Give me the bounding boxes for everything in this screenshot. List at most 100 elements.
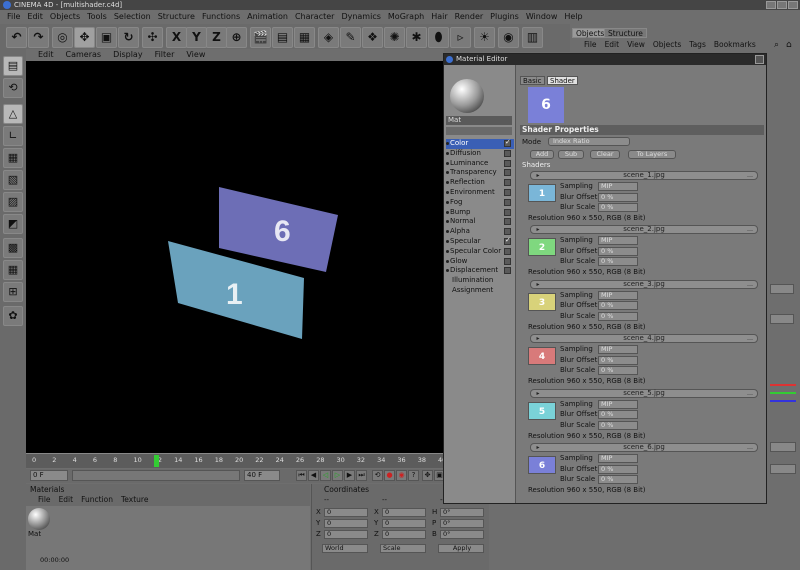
shader-file-options-icon[interactable]: … [745,335,755,342]
objects-menu-objects[interactable]: Objects [653,40,681,49]
scale-tool-button[interactable]: ▣ [96,27,117,48]
shader-blur-offset-field[interactable]: 0 % [598,192,638,202]
camera-button[interactable]: ▹ [450,27,471,48]
shader-sampling-field[interactable]: MIP [598,454,638,463]
scene-object-button[interactable]: ⬮ [428,27,449,48]
shader-expand-icon[interactable]: ▸ [533,172,543,179]
attribute-field[interactable] [770,314,794,324]
attribute-field[interactable] [770,442,796,452]
y-axis-button[interactable]: Y [186,27,207,48]
checker-button[interactable]: ▩ [3,238,23,258]
shader-to-layers-button[interactable]: To Layers [628,150,676,159]
end-frame-field[interactable]: 40 F [244,470,280,481]
shader-blur-scale-field[interactable]: 0 % [598,420,638,430]
shader-blur-scale-field[interactable]: 0 % [598,475,638,484]
maximize-button[interactable] [777,1,787,9]
shader-file-bar[interactable]: ▸ scene_3.jpg… [530,279,758,289]
coord-value-field[interactable]: 0 [382,508,426,517]
use-polygons-tool-button[interactable]: ▦ [3,148,23,168]
attribute-field[interactable] [770,284,794,294]
undo-button[interactable]: ↶ [6,27,27,48]
channel-assignment[interactable]: Assignment [446,286,514,296]
channel-illumination[interactable]: Illumination [446,276,514,286]
record-button[interactable]: ● [384,470,395,481]
move-tool-button[interactable]: ✥ [74,27,95,48]
channel-transparency[interactable]: Transparency [446,168,514,178]
tab-basic[interactable]: Basic [520,76,545,85]
menu-item-animation[interactable]: Animation [247,12,288,21]
autokey-button[interactable]: ◉ [396,470,407,481]
coord-value-field[interactable]: 0° [440,508,484,517]
shader-blur-offset-field[interactable]: 0 % [598,464,638,474]
channel-normal[interactable]: Normal [446,217,514,227]
shader-sampling-field[interactable]: MIP [598,236,638,246]
shader-file-bar[interactable]: ▸ scene_1.jpg… [530,171,758,180]
shader-clear-button[interactable]: Clear [590,150,620,159]
objects-tab[interactable]: Objects [572,28,609,38]
viewport-menu-cameras[interactable]: Cameras [66,50,102,59]
timeline-playhead[interactable] [153,455,159,467]
channel-enable-checkbox[interactable] [504,218,511,226]
objects-menu-bookmarks[interactable]: Bookmarks [714,40,756,49]
objects-menu-view[interactable]: View [627,40,645,49]
channel-enable-checkbox[interactable] [504,228,511,236]
search-icon[interactable]: ⌕ [774,40,779,50]
channel-enable-checkbox[interactable] [504,257,511,265]
channel-enable-checkbox[interactable] [504,208,511,216]
channel-enable-checkbox[interactable] [504,236,511,246]
light-button[interactable]: ☀ [474,27,495,48]
coordinate-system-button[interactable]: ⊕ [226,27,247,48]
menu-item-file[interactable]: File [7,12,20,21]
channel-glow[interactable]: Glow [446,257,514,267]
hair-button[interactable]: ▥ [522,27,543,48]
x-axis-button[interactable]: X [166,27,187,48]
objects-menu-edit[interactable]: Edit [605,40,620,49]
goto-end-button[interactable]: ⏭ [356,470,367,481]
menu-item-tools[interactable]: Tools [87,12,107,21]
shader-file-options-icon[interactable]: … [745,172,755,179]
shader-expand-icon[interactable]: ▸ [533,444,543,451]
shader-file-options-icon[interactable]: … [745,444,755,451]
attribute-field[interactable] [770,464,796,474]
shader-file-bar[interactable]: ▸ scene_2.jpg… [530,225,758,235]
shader-file-bar[interactable]: ▸ scene_4.jpg… [530,334,758,344]
shader-blur-offset-field[interactable]: 0 % [598,301,638,311]
use-object-tool-button[interactable]: ⟲ [3,78,23,98]
menu-item-objects[interactable]: Objects [50,12,80,21]
materials-menu-file[interactable]: File [38,495,51,504]
coordinates-tab[interactable]: Coordinates [324,485,369,494]
material-name[interactable]: Mat [28,530,41,538]
shader-blur-scale-field[interactable]: 0 % [598,366,638,376]
menu-item-help[interactable]: Help [564,12,582,21]
coord-value-field[interactable]: 0 [324,530,368,539]
animation-mode-button[interactable]: ◩ [3,214,23,234]
channel-displacement[interactable]: Displacement [446,266,514,276]
spline-button[interactable]: ✎ [340,27,361,48]
channel-enable-checkbox[interactable] [504,149,511,157]
channel-enable-checkbox[interactable] [504,179,511,187]
objects-menu-tags[interactable]: Tags [689,40,706,49]
cube-object-button[interactable]: ◈ [318,27,339,48]
channel-enable-checkbox[interactable] [504,159,511,167]
menu-item-mograph[interactable]: MoGraph [388,12,424,21]
channel-luminance[interactable]: Luminance [446,159,514,169]
goto-start-button[interactable]: ⏮ [296,470,307,481]
timeline-ruler[interactable]: 0246810121416182022242628303234363840 [26,453,446,468]
menu-item-edit[interactable]: Edit [27,12,43,21]
uv-button[interactable]: ⊞ [3,282,23,302]
coord-mode-select[interactable]: World [322,544,368,553]
play-backward-button[interactable]: ◁ [320,470,331,481]
channel-enable-checkbox[interactable] [504,189,511,196]
texture-tool-button[interactable]: ▨ [3,192,23,212]
render-picture-viewer-button[interactable]: ▤ [272,27,293,48]
play-button[interactable]: ▷ [332,470,343,481]
channel-diffusion[interactable]: Diffusion [446,149,514,159]
shader-sub-button[interactable]: Sub [558,150,584,159]
channel-environment[interactable]: Environment [446,188,514,198]
viewport[interactable]: 6 1 [26,61,444,453]
menu-item-plugins[interactable]: Plugins [490,12,519,21]
shader-blur-scale-field[interactable]: 0 % [598,311,638,321]
size-mode-select[interactable]: Scale [380,544,426,553]
material-preview-ball[interactable] [28,508,50,530]
material-name-field[interactable]: Mat [446,116,512,125]
